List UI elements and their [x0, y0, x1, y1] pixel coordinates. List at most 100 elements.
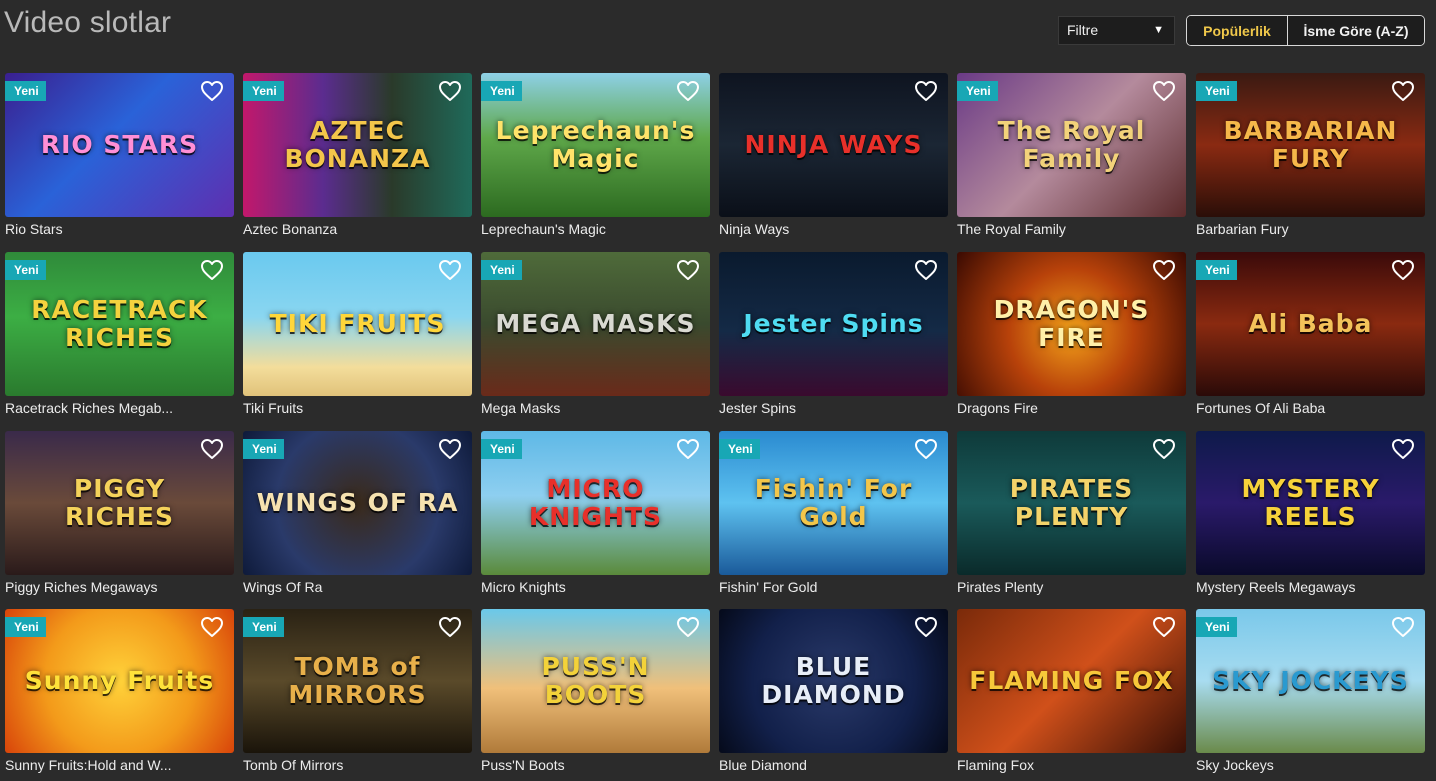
game-title[interactable]: Dragons Fire — [957, 400, 1186, 416]
heart-icon[interactable] — [200, 259, 224, 281]
heart-icon[interactable] — [200, 616, 224, 638]
game-thumbnail[interactable]: Jester Spins — [719, 252, 948, 396]
game-title[interactable]: Flaming Fox — [957, 757, 1186, 773]
game-title[interactable]: Rio Stars — [5, 221, 234, 237]
game-card[interactable]: TOMB of MIRRORS Yeni Tomb Of Mirrors — [243, 609, 472, 779]
game-card[interactable]: Ali Baba Yeni Fortunes Of Ali Baba — [1196, 252, 1425, 422]
game-title[interactable]: Ninja Ways — [719, 221, 948, 237]
filter-dropdown[interactable]: Filtre ▼ — [1058, 16, 1175, 45]
game-thumbnail[interactable]: Sunny Fruits Yeni — [5, 609, 234, 753]
game-card[interactable]: BARBARIAN FURY Yeni Barbarian Fury — [1196, 73, 1425, 243]
heart-icon[interactable] — [676, 80, 700, 102]
game-title[interactable]: Sky Jockeys — [1196, 757, 1425, 773]
game-thumbnail[interactable]: WINGS OF RA Yeni — [243, 431, 472, 575]
game-thumbnail[interactable]: Leprechaun's Magic Yeni — [481, 73, 710, 217]
game-title[interactable]: Mystery Reels Megaways — [1196, 579, 1425, 595]
game-title[interactable]: Pirates Plenty — [957, 579, 1186, 595]
game-title[interactable]: Micro Knights — [481, 579, 710, 595]
game-thumbnail[interactable]: RIO STARS Yeni — [5, 73, 234, 217]
game-card[interactable]: BLUE DIAMOND Blue Diamond — [719, 609, 948, 779]
heart-icon[interactable] — [1391, 80, 1415, 102]
heart-icon[interactable] — [200, 80, 224, 102]
game-title[interactable]: Tomb Of Mirrors — [243, 757, 472, 773]
heart-icon[interactable] — [914, 616, 938, 638]
game-card[interactable]: MEGA MASKS Yeni Mega Masks — [481, 252, 710, 422]
game-thumbnail[interactable]: TOMB of MIRRORS Yeni — [243, 609, 472, 753]
game-card[interactable]: Fishin' For Gold Yeni Fishin' For Gold — [719, 431, 948, 601]
game-card[interactable]: PIGGY RICHES Piggy Riches Megaways — [5, 431, 234, 601]
game-title[interactable]: Sunny Fruits:Hold and W... — [5, 757, 234, 773]
game-title[interactable]: Fortunes Of Ali Baba — [1196, 400, 1425, 416]
game-thumbnail[interactable]: RACETRACK RICHES Yeni — [5, 252, 234, 396]
heart-icon[interactable] — [438, 259, 462, 281]
heart-icon[interactable] — [676, 438, 700, 460]
heart-icon[interactable] — [676, 259, 700, 281]
game-thumbnail[interactable]: BARBARIAN FURY Yeni — [1196, 73, 1425, 217]
game-title[interactable]: The Royal Family — [957, 221, 1186, 237]
game-thumbnail[interactable]: MEGA MASKS Yeni — [481, 252, 710, 396]
game-thumbnail[interactable]: PUSS'N BOOTS — [481, 609, 710, 753]
heart-icon[interactable] — [676, 616, 700, 638]
game-title[interactable]: Jester Spins — [719, 400, 948, 416]
game-logo: BLUE DIAMOND — [761, 652, 906, 709]
game-thumbnail[interactable]: BLUE DIAMOND — [719, 609, 948, 753]
heart-icon[interactable] — [438, 80, 462, 102]
heart-icon[interactable] — [1391, 259, 1415, 281]
game-thumbnail[interactable]: DRAGON'S FIRE — [957, 252, 1186, 396]
game-thumbnail[interactable]: FLAMING FOX — [957, 609, 1186, 753]
game-title[interactable]: Tiki Fruits — [243, 400, 472, 416]
heart-icon[interactable] — [1152, 259, 1176, 281]
heart-icon[interactable] — [1152, 80, 1176, 102]
game-card[interactable]: SKY JOCKEYS Yeni Sky Jockeys — [1196, 609, 1425, 779]
heart-icon[interactable] — [1152, 616, 1176, 638]
game-card[interactable]: The Royal Family Yeni The Royal Family — [957, 73, 1186, 243]
heart-icon[interactable] — [438, 438, 462, 460]
game-thumbnail[interactable]: SKY JOCKEYS Yeni — [1196, 609, 1425, 753]
game-card[interactable]: Sunny Fruits Yeni Sunny Fruits:Hold and W.… — [5, 609, 234, 779]
game-title[interactable]: Wings Of Ra — [243, 579, 472, 595]
game-card[interactable]: AZTEC BONANZA Yeni Aztec Bonanza — [243, 73, 472, 243]
sort-alphabetical-button[interactable]: İsme Göre (A-Z) — [1288, 16, 1424, 45]
game-title[interactable]: Blue Diamond — [719, 757, 948, 773]
heart-icon[interactable] — [1391, 616, 1415, 638]
heart-icon[interactable] — [438, 616, 462, 638]
game-title[interactable]: Barbarian Fury — [1196, 221, 1425, 237]
game-card[interactable]: FLAMING FOX Flaming Fox — [957, 609, 1186, 779]
game-card[interactable]: WINGS OF RA Yeni Wings Of Ra — [243, 431, 472, 601]
heart-icon[interactable] — [200, 438, 224, 460]
game-card[interactable]: DRAGON'S FIRE Dragons Fire — [957, 252, 1186, 422]
game-card[interactable]: PUSS'N BOOTS Puss'N Boots — [481, 609, 710, 779]
heart-icon[interactable] — [1391, 438, 1415, 460]
game-thumbnail[interactable]: NINJA WAYS — [719, 73, 948, 217]
game-thumbnail[interactable]: TIKI FRUITS — [243, 252, 472, 396]
game-thumbnail[interactable]: The Royal Family Yeni — [957, 73, 1186, 217]
heart-icon[interactable] — [914, 80, 938, 102]
heart-icon[interactable] — [914, 438, 938, 460]
game-card[interactable]: MICRO KNIGHTS Yeni Micro Knights — [481, 431, 710, 601]
game-title[interactable]: Mega Masks — [481, 400, 710, 416]
game-thumbnail[interactable]: PIGGY RICHES — [5, 431, 234, 575]
sort-popular-button[interactable]: Popülerlik — [1187, 16, 1288, 45]
heart-icon[interactable] — [1152, 438, 1176, 460]
game-card[interactable]: MYSTERY REELS Mystery Reels Megaways — [1196, 431, 1425, 601]
game-thumbnail[interactable]: MICRO KNIGHTS Yeni — [481, 431, 710, 575]
game-thumbnail[interactable]: Fishin' For Gold Yeni — [719, 431, 948, 575]
game-card[interactable]: Jester Spins Jester Spins — [719, 252, 948, 422]
game-card[interactable]: RACETRACK RICHES Yeni Racetrack Riches Meg… — [5, 252, 234, 422]
game-card[interactable]: TIKI FRUITS Tiki Fruits — [243, 252, 472, 422]
game-title[interactable]: Puss'N Boots — [481, 757, 710, 773]
game-title[interactable]: Aztec Bonanza — [243, 221, 472, 237]
heart-icon[interactable] — [914, 259, 938, 281]
game-thumbnail[interactable]: PIRATES PLENTY — [957, 431, 1186, 575]
game-title[interactable]: Leprechaun's Magic — [481, 221, 710, 237]
game-thumbnail[interactable]: MYSTERY REELS — [1196, 431, 1425, 575]
game-card[interactable]: RIO STARS Yeni Rio Stars — [5, 73, 234, 243]
game-title[interactable]: Piggy Riches Megaways — [5, 579, 234, 595]
game-card[interactable]: Leprechaun's Magic Yeni Leprechaun's Magic — [481, 73, 710, 243]
game-title[interactable]: Racetrack Riches Megab... — [5, 400, 234, 416]
game-thumbnail[interactable]: AZTEC BONANZA Yeni — [243, 73, 472, 217]
game-title[interactable]: Fishin' For Gold — [719, 579, 948, 595]
game-card[interactable]: NINJA WAYS Ninja Ways — [719, 73, 948, 243]
game-card[interactable]: PIRATES PLENTY Pirates Plenty — [957, 431, 1186, 601]
game-thumbnail[interactable]: Ali Baba Yeni — [1196, 252, 1425, 396]
